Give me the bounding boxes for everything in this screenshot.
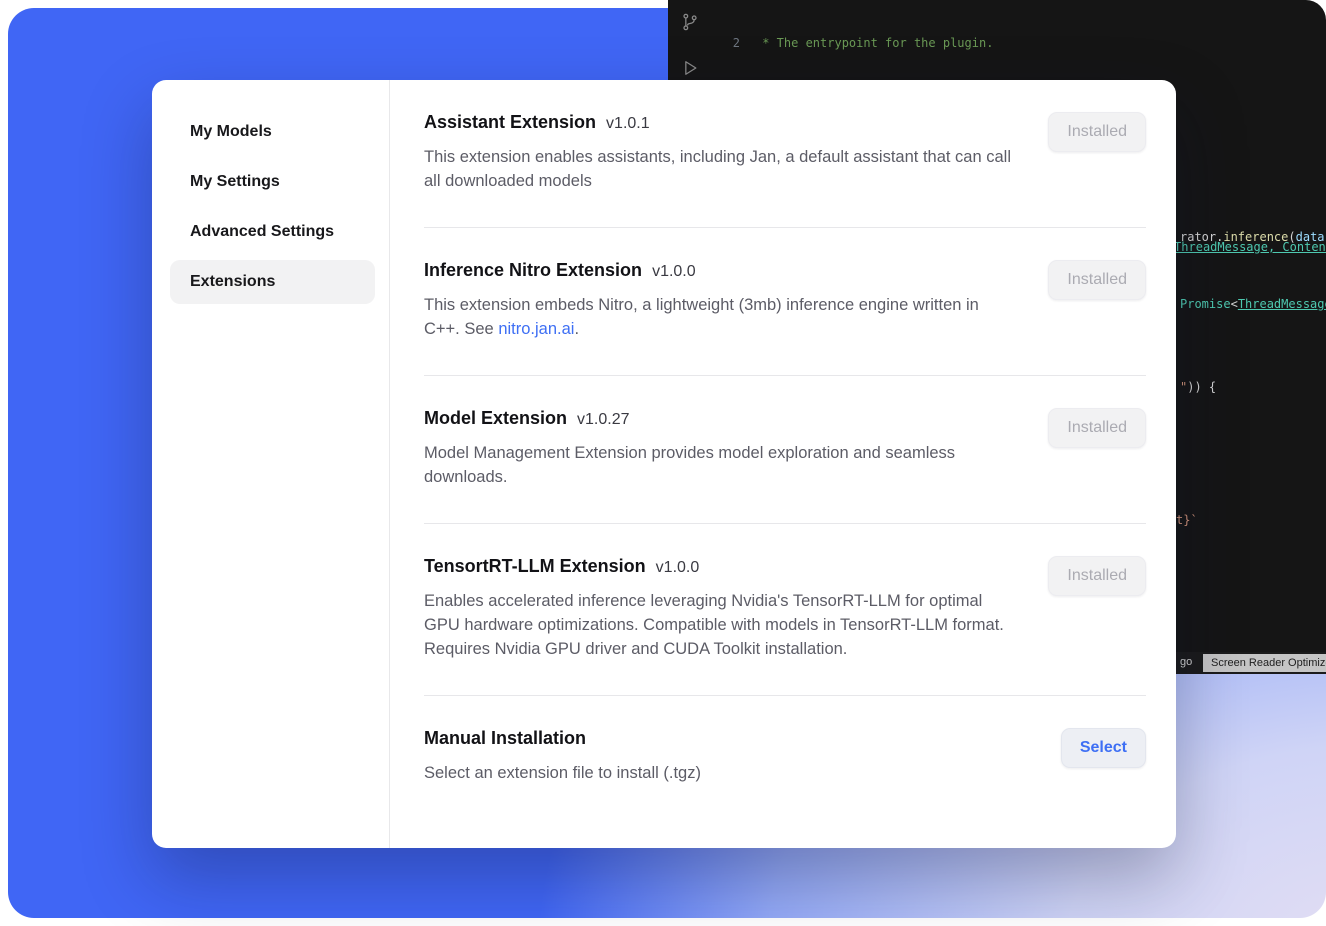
extension-title: Assistant Extension [424,112,596,132]
extension-description: Enables accelerated inference leveraging… [424,589,1016,661]
select-button[interactable]: Select [1061,728,1146,768]
installed-button[interactable]: Installed [1048,260,1146,300]
code-token: inference [1223,230,1288,244]
installed-button[interactable]: Installed [1048,556,1146,596]
status-text: go [1180,656,1192,668]
code-fragment: Promise<ThreadMessage> [1180,297,1326,311]
line-number: 2 [716,35,740,52]
extension-texts: TensortRT-LLM Extension v1.0.0 Enables ac… [424,556,1016,661]
sidebar-item-label: Extensions [190,273,275,291]
screen-reader-badge[interactable]: Screen Reader Optimize [1203,654,1326,672]
code-token: data [1296,230,1325,244]
code-text: * The entrypoint for the plugin. [755,35,993,52]
installed-button[interactable]: Installed [1048,112,1146,152]
extension-item-assistant: Assistant Extension v1.0.1 This extension… [424,80,1146,228]
extension-title: Inference Nitro Extension [424,260,642,280]
code-token: ( [1288,230,1295,244]
code-fragment: t}` [1176,513,1198,527]
extension-item-model: Model Extension v1.0.27 Model Management … [424,376,1146,524]
code-token: t}` [1176,513,1198,527]
extension-description: This extension enables assistants, inclu… [424,145,1016,193]
sidebar-item-label: Advanced Settings [190,223,334,241]
code-token: rator. [1180,230,1223,244]
sidebar-item-advanced-settings[interactable]: Advanced Settings [170,210,375,254]
extension-description: Select an extension file to install (.tg… [424,761,1016,785]
extension-version: v1.0.1 [606,115,650,132]
marketing-composite: 2 * The entrypoint for the plugin. 3 */ … [0,0,1326,926]
installed-button[interactable]: Installed [1048,408,1146,448]
extension-item-manual-install: Manual Installation Select an extension … [424,696,1146,819]
extension-description: This extension embeds Nitro, a lightweig… [424,293,1016,341]
extension-texts: Model Extension v1.0.27 Model Management … [424,408,1016,489]
description-text: . [574,320,579,338]
extension-version: v1.0.27 [577,411,629,428]
settings-modal: My Models My Settings Advanced Settings … [152,80,1176,848]
code-fragment: ")) { [1180,380,1216,394]
extension-version: v1.0.0 [652,263,696,280]
extension-texts: Inference Nitro Extension v1.0.0 This ext… [424,260,1016,341]
nitro-jan-ai-link[interactable]: nitro.jan.ai [498,320,574,338]
code-token: Promise [1180,297,1231,311]
extension-title-row: Manual Installation [424,728,1016,749]
extension-title: Model Extension [424,408,567,428]
extension-title-row: Model Extension v1.0.27 [424,408,1016,429]
code-token: < [1231,297,1238,311]
code-token: ThreadMessage [1238,297,1326,311]
extension-item-nitro: Inference Nitro Extension v1.0.0 This ext… [424,228,1146,376]
extension-title-row: TensortRT-LLM Extension v1.0.0 [424,556,1016,577]
extension-description: Model Management Extension provides mode… [424,441,1016,489]
sidebar-item-my-settings[interactable]: My Settings [170,160,375,204]
code-line: 2 * The entrypoint for the plugin. [716,35,1326,52]
source-control-icon[interactable] [680,12,700,37]
sidebar-item-extensions[interactable]: Extensions [170,260,375,304]
extension-version: v1.0.0 [656,559,700,576]
extension-title-row: Inference Nitro Extension v1.0.0 [424,260,1016,281]
code-token: )) { [1187,380,1216,394]
code-fragment: rator.inference(data)); [1180,230,1326,244]
sidebar-item-label: My Models [190,123,272,141]
extension-item-tensorrt: TensortRT-LLM Extension v1.0.0 Enables ac… [424,524,1146,696]
extension-title: TensortRT-LLM Extension [424,556,646,576]
extension-title-row: Assistant Extension v1.0.1 [424,112,1016,133]
extension-texts: Manual Installation Select an extension … [424,728,1016,785]
sidebar-item-label: My Settings [190,173,280,191]
sidebar-item-my-models[interactable]: My Models [170,110,375,154]
extensions-panel: Assistant Extension v1.0.1 This extension… [390,80,1176,848]
settings-sidebar: My Models My Settings Advanced Settings … [152,80,390,848]
extension-texts: Assistant Extension v1.0.1 This extension… [424,112,1016,193]
extension-title: Manual Installation [424,728,586,748]
